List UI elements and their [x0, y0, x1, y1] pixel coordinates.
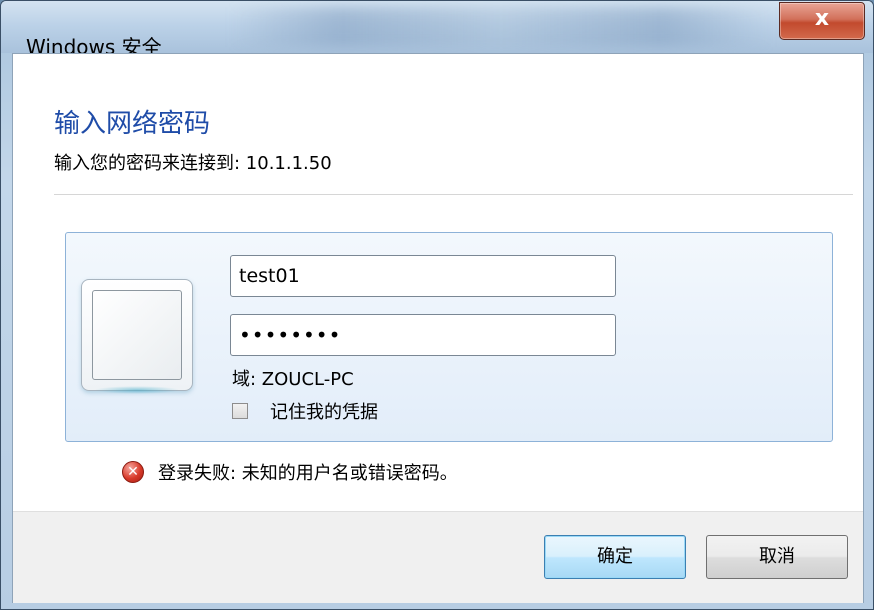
user-tile-frame	[92, 290, 182, 380]
credential-tile-panel: 域: ZOUCL-PC 记住我的凭据	[65, 232, 833, 442]
title-bar-glass	[231, 7, 771, 47]
remember-label: 记住我的凭据	[270, 402, 378, 423]
title-bar[interactable]: Windows 安全 x	[1, 1, 873, 59]
dialog-subheading: 输入您的密码来连接到: 10.1.1.50	[54, 153, 332, 174]
error-x-icon: ✕	[122, 461, 144, 483]
ok-button[interactable]: 确定	[544, 535, 686, 579]
remember-checkbox[interactable]	[232, 403, 248, 419]
domain-label: 域: ZOUCL-PC	[232, 369, 354, 390]
close-button[interactable]: x	[779, 2, 865, 40]
password-input[interactable]	[231, 315, 615, 355]
username-input[interactable]	[231, 256, 615, 296]
username-field[interactable]	[230, 255, 616, 297]
remember-credentials[interactable]: 记住我的凭据	[232, 398, 378, 424]
user-tile-icon	[81, 279, 193, 394]
dialog-content: 输入网络密码 输入您的密码来连接到: 10.1.1.50 域: ZOUCL-PC…	[12, 53, 864, 603]
password-field[interactable]	[230, 314, 616, 356]
button-bar: 确定 取消	[13, 511, 863, 603]
error-message: ✕ 登录失败: 未知的用户名或错误密码。	[122, 459, 458, 485]
dialog-heading: 输入网络密码	[54, 109, 211, 139]
error-text: 登录失败: 未知的用户名或错误密码。	[158, 463, 458, 484]
divider	[54, 194, 853, 195]
close-icon: x	[814, 6, 830, 31]
user-tile-glow	[94, 386, 180, 394]
cancel-button[interactable]: 取消	[706, 535, 848, 579]
security-dialog-window: Windows 安全 x 输入网络密码 输入您的密码来连接到: 10.1.1.5…	[0, 0, 874, 610]
